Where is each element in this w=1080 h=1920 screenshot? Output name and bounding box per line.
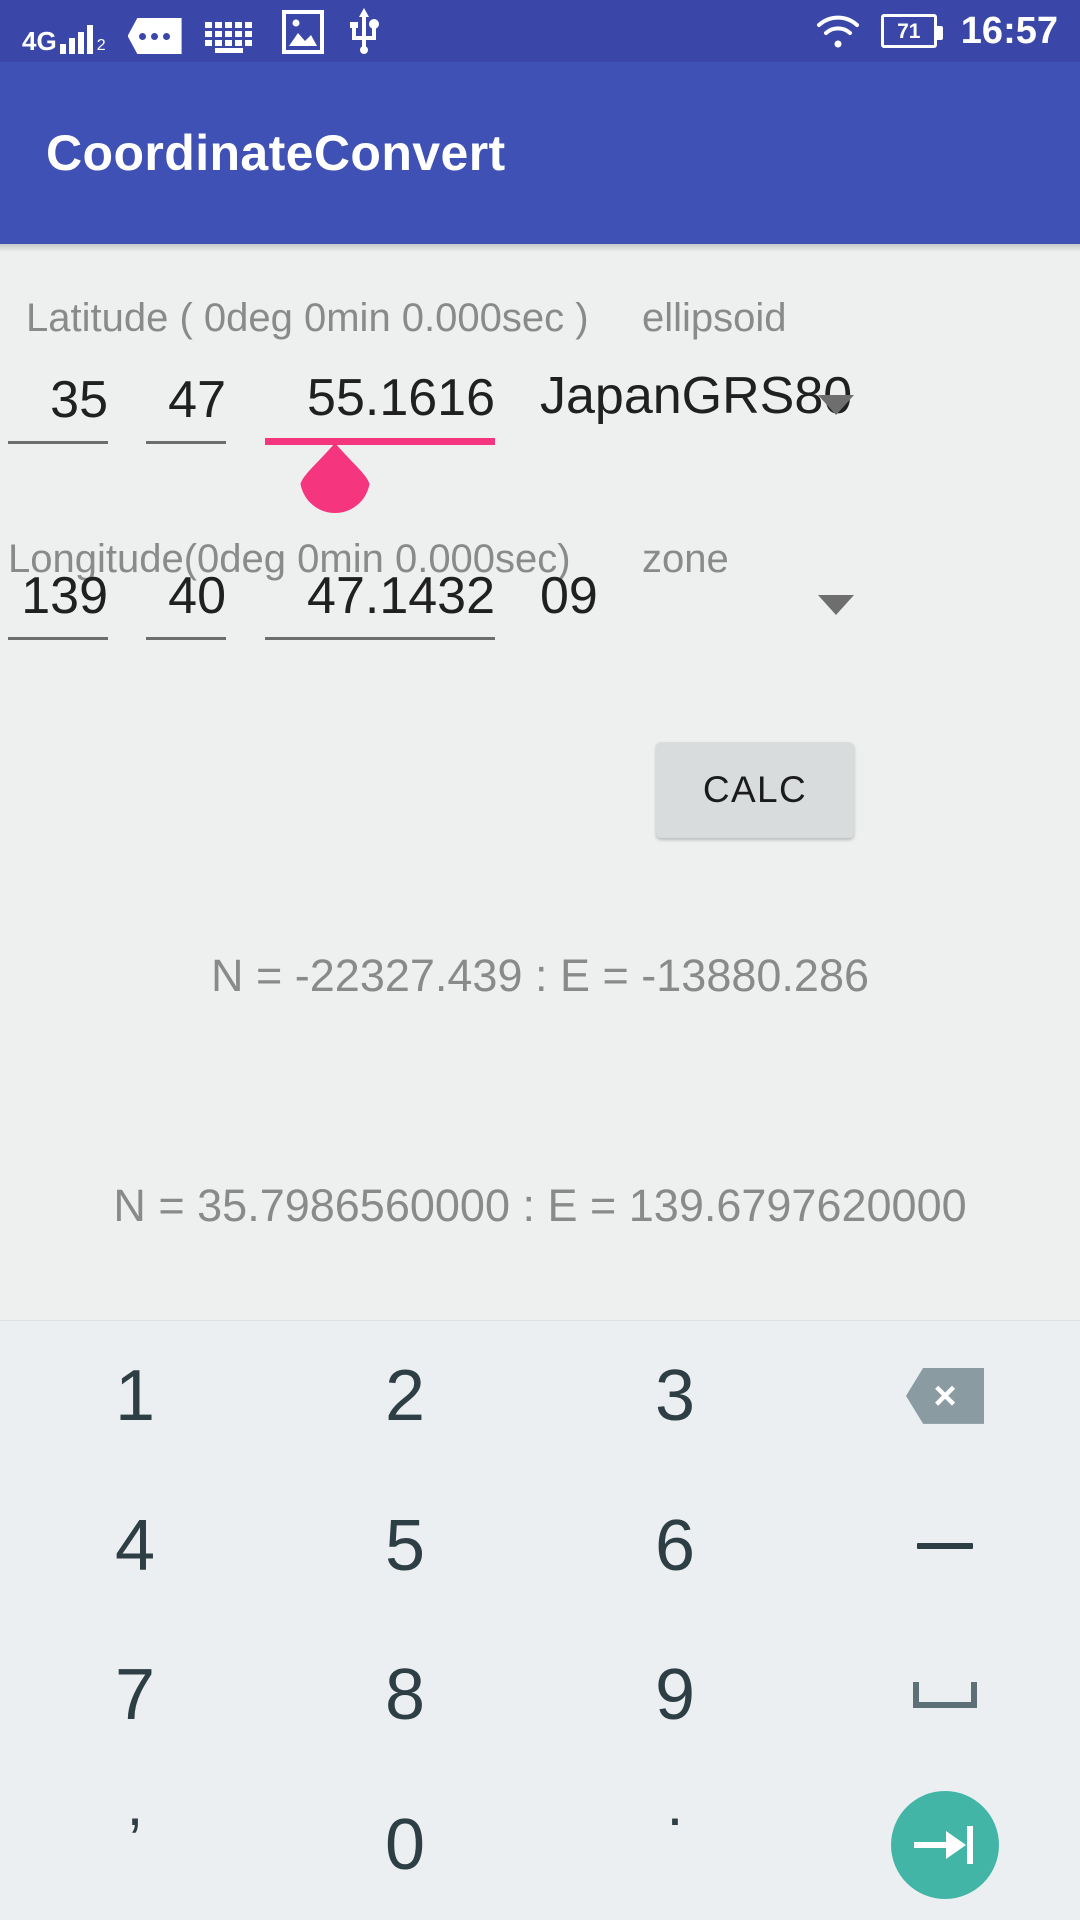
app-bar: CoordinateConvert <box>0 62 1080 244</box>
phone-screen: 4G 2 71 16:57 CoordinateConvert Latitude… <box>0 0 1080 1920</box>
clock-label: 16:57 <box>960 10 1058 52</box>
key-0[interactable]: 0 <box>270 1770 540 1920</box>
key-period[interactable]: . <box>540 1770 810 1920</box>
latitude-minutes-underline <box>146 441 226 444</box>
app-bar-shadow <box>0 244 1080 252</box>
space-icon <box>913 1682 977 1709</box>
latitude-seconds-input[interactable]: 55.1616 <box>265 368 495 428</box>
ellipsoid-spinner-value[interactable]: JapanGRS80 <box>540 366 852 426</box>
status-bar-left-icons: 4G 2 <box>22 8 382 54</box>
result-meters-label: N = -22327.439 : E = -13880.286 <box>211 950 869 1001</box>
longitude-minutes-underline <box>146 637 226 640</box>
text-selection-handle[interactable] <box>300 443 370 513</box>
key-comma[interactable]: , <box>0 1770 270 1920</box>
longitude-degrees-underline <box>8 637 108 640</box>
battery-icon: 71 <box>880 14 943 48</box>
longitude-degrees-input[interactable]: 139 <box>8 566 108 626</box>
image-icon <box>281 10 324 54</box>
key-space[interactable] <box>810 1621 1080 1771</box>
key-9[interactable]: 9 <box>540 1621 810 1771</box>
minus-icon <box>917 1542 973 1549</box>
chevron-down-icon-ellipsoid[interactable] <box>818 395 854 415</box>
key-1[interactable]: 1 <box>0 1321 270 1471</box>
wifi-icon <box>816 15 859 48</box>
key-2[interactable]: 2 <box>270 1321 540 1471</box>
enter-arrow-icon <box>914 1823 976 1867</box>
key-enter[interactable] <box>810 1770 1080 1920</box>
latitude-degrees-underline <box>8 441 108 444</box>
signal-bars-icon <box>59 25 93 54</box>
network-type-label: 4G <box>22 26 57 56</box>
key-6[interactable]: 6 <box>540 1471 810 1621</box>
usb-icon <box>349 8 379 54</box>
key-5[interactable]: 5 <box>270 1471 540 1621</box>
latitude-minutes-input[interactable]: 47 <box>146 370 226 430</box>
longitude-seconds-underline <box>265 637 495 640</box>
key-backspace[interactable]: × <box>810 1321 1080 1471</box>
latitude-seconds-underline-focused <box>265 438 495 445</box>
backspace-glyph: × <box>933 1373 957 1418</box>
sim-message-icon <box>127 18 182 54</box>
status-bar-right-icons: 71 16:57 <box>815 12 1058 50</box>
key-minus[interactable] <box>810 1471 1080 1621</box>
longitude-minutes-input[interactable]: 40 <box>146 566 226 626</box>
battery-level-label: 71 <box>897 19 921 43</box>
result-degrees-label: N = 35.7986560000 : E = 139.6797620000 <box>113 1180 967 1231</box>
backspace-icon: × <box>906 1367 984 1424</box>
keyboard-icon <box>204 22 252 53</box>
key-3[interactable]: 3 <box>540 1321 810 1471</box>
calc-button[interactable]: CALC <box>656 742 854 838</box>
zone-spinner-value[interactable]: 09 <box>540 566 700 626</box>
page-title: CoordinateConvert <box>46 125 506 181</box>
signal-4g-icon: 4G 2 <box>22 25 106 54</box>
status-bar: 4G 2 71 16:57 <box>0 0 1080 62</box>
key-8[interactable]: 8 <box>270 1621 540 1771</box>
latitude-label: Latitude ( 0deg 0min 0.000sec ) <box>26 296 589 340</box>
sim-slot-label: 2 <box>96 37 106 54</box>
longitude-seconds-input[interactable]: 47.1432 <box>265 566 495 626</box>
numeric-keyboard: 1 2 3 × 4 5 6 7 8 9 , 0 . <box>0 1320 1080 1920</box>
ellipsoid-label: ellipsoid <box>642 296 787 340</box>
enter-key-circle <box>891 1791 999 1900</box>
latitude-degrees-input[interactable]: 35 <box>8 370 108 430</box>
chevron-down-icon-zone[interactable] <box>818 595 854 615</box>
key-7[interactable]: 7 <box>0 1621 270 1771</box>
key-4[interactable]: 4 <box>0 1471 270 1621</box>
